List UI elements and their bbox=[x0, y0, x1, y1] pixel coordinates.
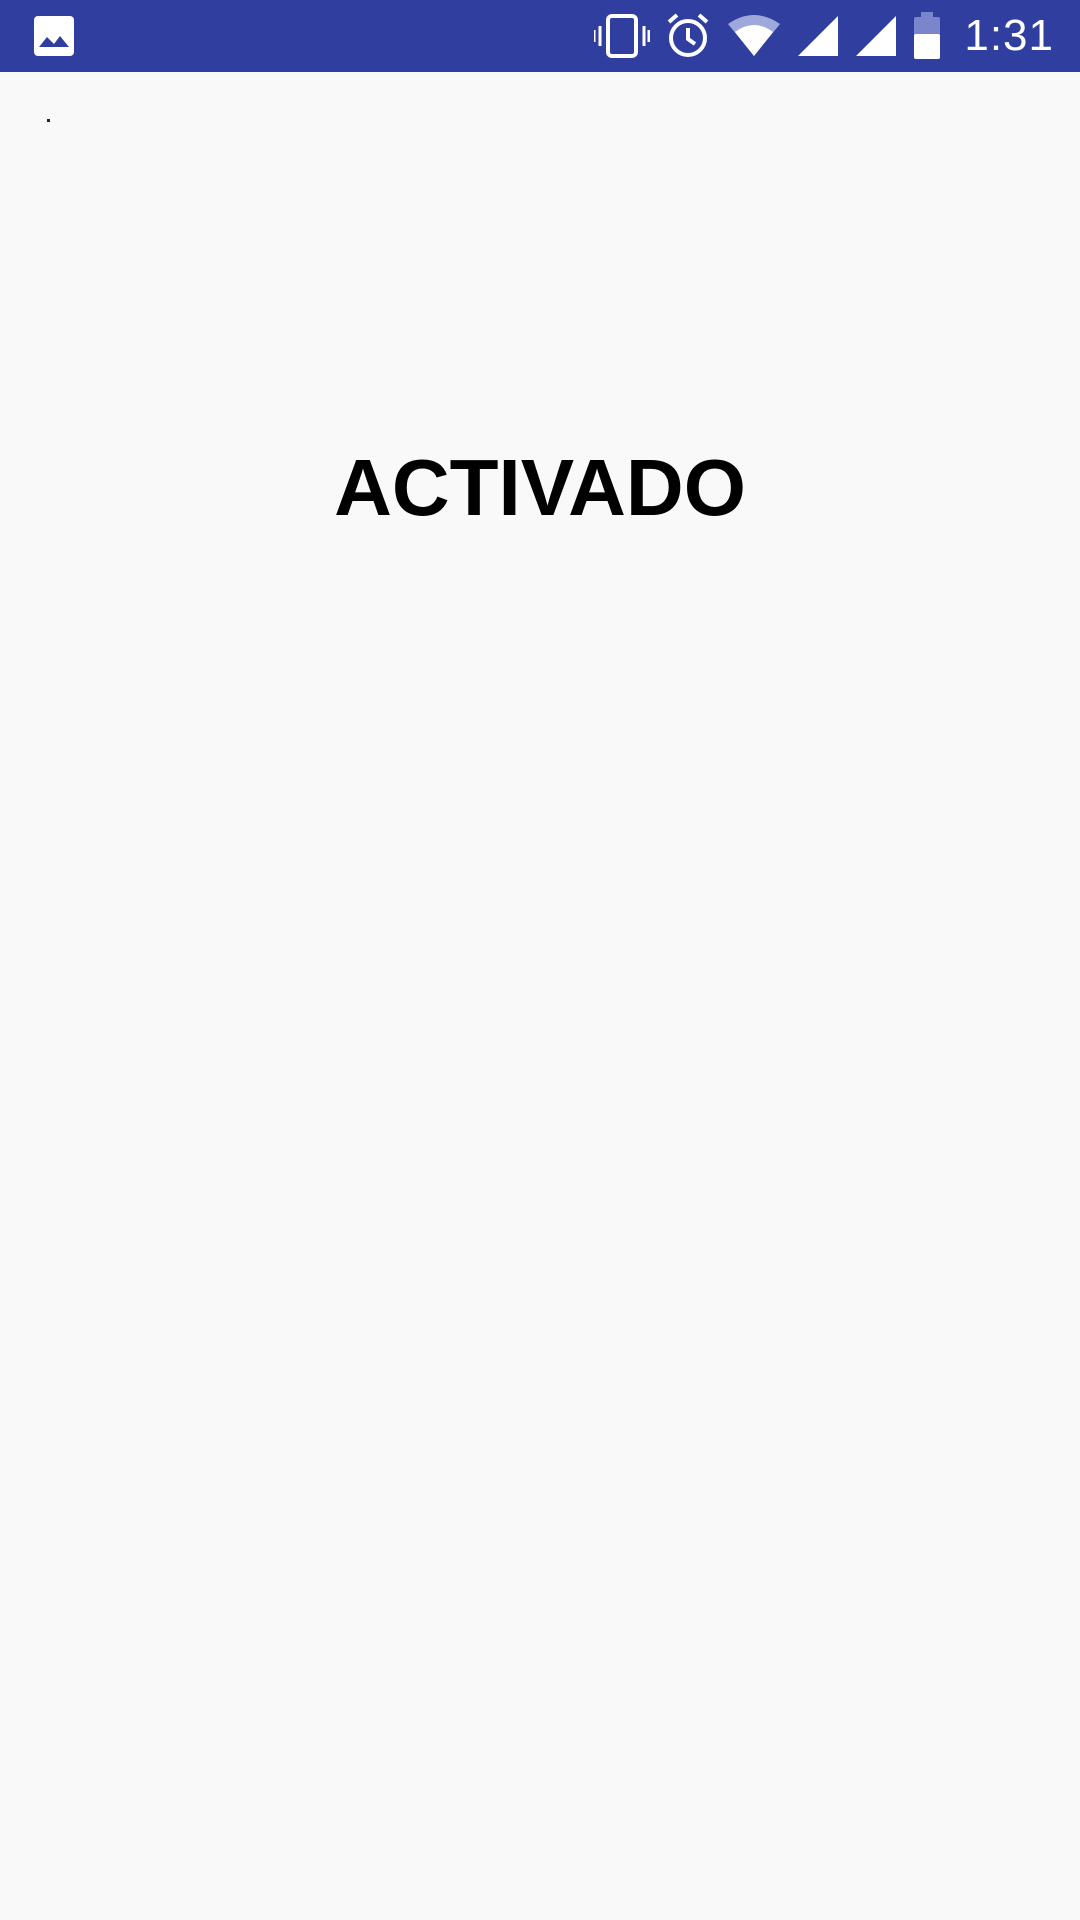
vibrate-icon bbox=[594, 14, 651, 58]
wifi-icon bbox=[728, 15, 781, 56]
battery-icon bbox=[914, 12, 941, 59]
status-bar: 1:31 bbox=[0, 0, 1080, 72]
alarm-icon bbox=[668, 13, 709, 57]
status-icons: 1:31 bbox=[594, 0, 1080, 72]
tiny-dot bbox=[47, 119, 50, 122]
main-content bbox=[0, 72, 1080, 1920]
image-notification-icon bbox=[34, 16, 74, 56]
status-clock: 1:31 bbox=[964, 11, 1054, 60]
signal-icon bbox=[798, 16, 839, 56]
signal-icon bbox=[856, 16, 897, 56]
page-title: ACTIVADO bbox=[334, 443, 746, 532]
